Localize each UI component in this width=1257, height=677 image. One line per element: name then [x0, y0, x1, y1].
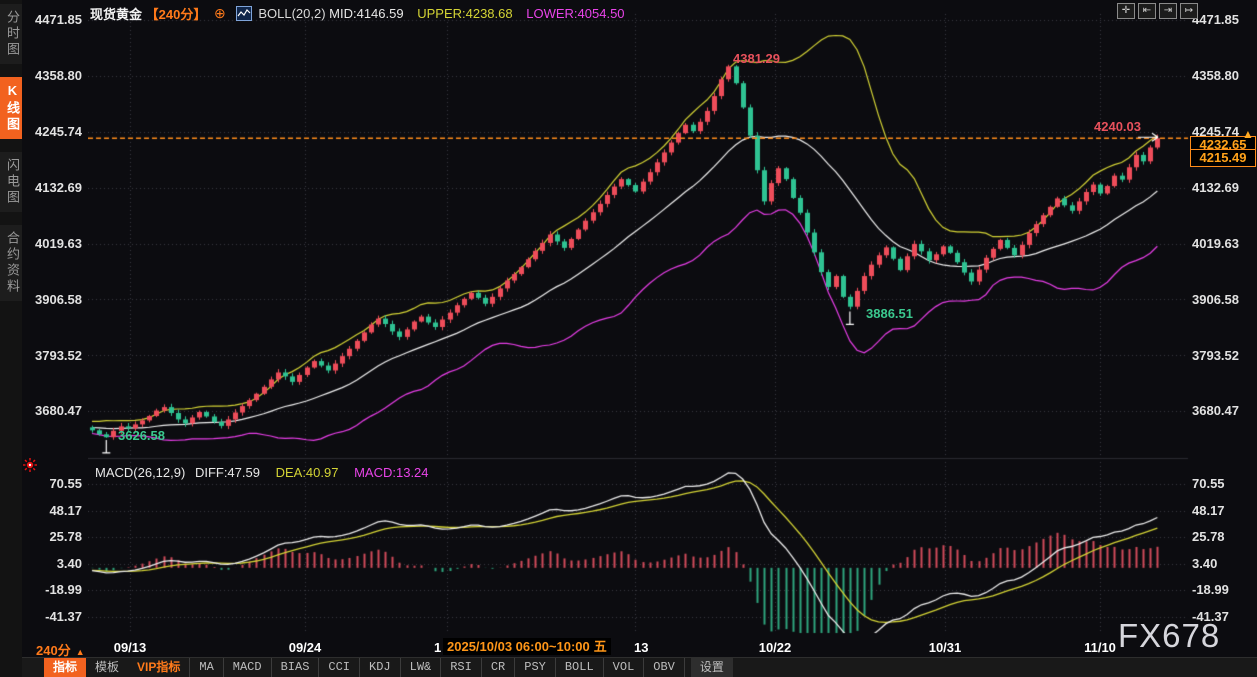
toolbar-lw-button[interactable]: LW& [401, 658, 442, 677]
pan-icon[interactable]: ↦ [1180, 3, 1198, 19]
macd-dea-value: DEA:40.97 [275, 465, 339, 480]
dropdown-up-icon: ▲ [75, 647, 85, 657]
symbol-name: 现货黄金 [90, 7, 143, 22]
macd-axis-label: -18.99 [45, 582, 82, 597]
toolbar-template-tab[interactable]: 模板 [86, 658, 128, 677]
price-axis-label: 4132.69 [35, 180, 82, 195]
macd-axis-label: 70.55 [1192, 476, 1225, 491]
alt-price-box: 4215.49 [1190, 149, 1256, 167]
x-tick-label: 11/10 [1084, 640, 1116, 655]
macd-axis-label: 70.55 [49, 476, 82, 491]
x-tick-fragment: 13 [634, 640, 649, 655]
macd-axis-label: 3.40 [56, 556, 82, 571]
price-axis-label: 3680.47 [1192, 403, 1239, 418]
crosshair-icon[interactable]: ✛ [1117, 3, 1135, 19]
macd-diff-value: DIFF:47.59 [194, 465, 260, 480]
price-axis-label: 4358.80 [1192, 68, 1239, 83]
price-axis-label: 4471.85 [35, 12, 82, 27]
trading-app: 分时图 K线图 闪电图 合约资料 现货黄金 【240分】 ⊕ BOLL(20,2… [0, 0, 1257, 677]
macd-axis-label: 3.40 [1192, 556, 1218, 571]
toolbar-ma-button[interactable]: MA [189, 658, 224, 677]
toolbar-kdj-button[interactable]: KDJ [360, 658, 401, 677]
price-axis-label: 4358.80 [35, 68, 82, 83]
x-axis: 240分 ▲ 09/13 09/24 1 2025/10/03 06:00~10:… [0, 638, 1257, 658]
x-tick-label: 09/24 [288, 640, 322, 655]
toolbar-indicator-tab[interactable]: 指标 [44, 658, 87, 677]
sidebar-tab-contract-info[interactable]: 合约资料 [0, 225, 22, 301]
recent-high-label: 4240.03 [1094, 119, 1141, 134]
zoom-in-icon[interactable]: ⇥ [1159, 3, 1177, 19]
toolbar-bias-button[interactable]: BIAS [272, 658, 320, 677]
x-tick-label: 10/22 [758, 640, 792, 655]
macd-axis-label: -41.37 [45, 609, 82, 624]
bottom-toolbar: 指标 模板 VIP指标 MA MACD BIAS CCI KDJ LW& RSI… [22, 657, 1257, 677]
toolbar-cr-button[interactable]: CR [482, 658, 516, 677]
macd-name: MACD(26,12,9) [95, 465, 186, 480]
toolbar-cci-button[interactable]: CCI [319, 658, 361, 677]
toolbar-obv-button[interactable]: OBV [644, 658, 685, 677]
price-axis-label: 3906.58 [35, 292, 82, 307]
price-axis-label: 3680.47 [35, 403, 82, 418]
toolbar-macd-button[interactable]: MACD [224, 658, 272, 677]
macd-axis-label: 25.78 [1192, 529, 1225, 544]
macd-macd-value: MACD:13.24 [354, 465, 429, 480]
period-label: 【240分】 [145, 7, 207, 22]
sidebar-tab-kline[interactable]: K线图 [0, 77, 22, 139]
peak-high-label: 4381.29 [733, 51, 780, 66]
chart-tools: ✛ ⇤ ⇥ ↦ [1117, 3, 1198, 19]
price-axis-label: 3793.52 [35, 348, 82, 363]
boll-indicator-label: BOLL(20,2) [258, 6, 326, 21]
toolbar-vip-tab[interactable]: VIP指标 [128, 658, 189, 677]
price-chart-canvas[interactable] [88, 0, 1190, 636]
toolbar-rsi-button[interactable]: RSI [441, 658, 482, 677]
price-axis-label: 3793.52 [1192, 348, 1239, 363]
chart-header: 现货黄金 【240分】 ⊕ BOLL(20,2) MID:4146.59 UPP… [90, 4, 625, 22]
left-low-label: 3626.58 [118, 428, 165, 443]
x-tick-label: 10/31 [928, 640, 962, 655]
swing-low-label: 3886.51 [866, 306, 913, 321]
boll-lower-value: LOWER:4054.50 [526, 6, 625, 21]
candle-time-tooltip: 2025/10/03 06:00~10:00 五 [443, 638, 611, 655]
boll-upper-value: UPPER:4238.68 [417, 6, 513, 21]
macd-axis-label: 25.78 [49, 529, 82, 544]
sidebar-tab-timeshare[interactable]: 分时图 [0, 4, 22, 64]
x-tick-fragment: 1 [434, 640, 442, 655]
macd-axis-label: -18.99 [1192, 582, 1229, 597]
toolbar-boll-button[interactable]: BOLL [556, 658, 604, 677]
mini-chart-icon[interactable] [235, 6, 252, 21]
price-axis-label: 3906.58 [1192, 292, 1239, 307]
sidebar-tab-lightning[interactable]: 闪电图 [0, 152, 22, 212]
price-axis-label: 4132.69 [1192, 180, 1239, 195]
macd-axis-label: 48.17 [1192, 503, 1225, 518]
toolbar-vol-button[interactable]: VOL [604, 658, 645, 677]
price-axis-label: 4245.74 [35, 124, 82, 139]
toolbar-settings-button[interactable]: 设置 [690, 658, 733, 677]
watermark: FX678 [1118, 617, 1221, 654]
x-tick-label: 09/13 [113, 640, 147, 655]
macd-axis-label: 48.17 [49, 503, 82, 518]
macd-header: MACD(26,12,9) DIFF:47.59 DEA:40.97 MACD:… [95, 465, 429, 480]
price-up-arrow-icon: ▲ [1242, 127, 1254, 141]
price-axis-label: 4471.85 [1192, 12, 1239, 27]
sidebar: 分时图 K线图 闪电图 合约资料 [0, 0, 22, 677]
expand-icon[interactable]: ⊕ [214, 5, 226, 21]
price-axis-label: 4019.63 [35, 236, 82, 251]
alert-dot-icon[interactable] [23, 458, 37, 477]
toolbar-psy-button[interactable]: PSY [515, 658, 556, 677]
boll-mid-value: MID:4146.59 [329, 6, 404, 21]
zoom-out-icon[interactable]: ⇤ [1138, 3, 1156, 19]
price-axis-label: 4019.63 [1192, 236, 1239, 251]
